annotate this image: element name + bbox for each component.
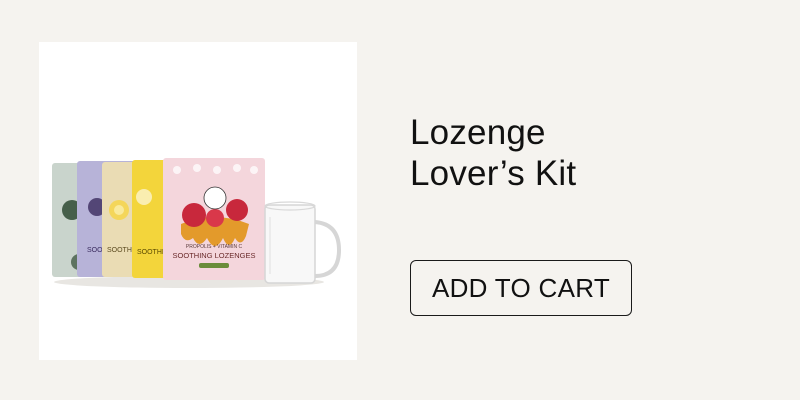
product-image[interactable]: SOO SOOTHING SOOTHING PROPOLIS + VITAMIN… bbox=[39, 42, 357, 360]
front-pouch-line2: SOOTHING LOZENGES bbox=[173, 251, 256, 260]
back-pouch-label: SOO bbox=[87, 247, 103, 254]
product-title-line2: Lover’s Kit bbox=[410, 154, 577, 193]
raspberry bbox=[182, 203, 206, 227]
raspberry bbox=[226, 199, 248, 221]
brand-badge bbox=[203, 186, 227, 210]
flavor-tag bbox=[199, 263, 229, 268]
product-title-line1: Lozenge bbox=[410, 113, 546, 152]
add-to-cart-button[interactable]: ADD TO CART bbox=[410, 260, 632, 316]
product-photo: SOO SOOTHING SOOTHING PROPOLIS + VITAMIN… bbox=[52, 158, 342, 288]
product-title: Lozenge Lover’s Kit bbox=[410, 112, 576, 194]
glass-mug bbox=[264, 201, 342, 284]
front-pouch-line1: PROPOLIS + VITAMIN C bbox=[186, 244, 243, 250]
